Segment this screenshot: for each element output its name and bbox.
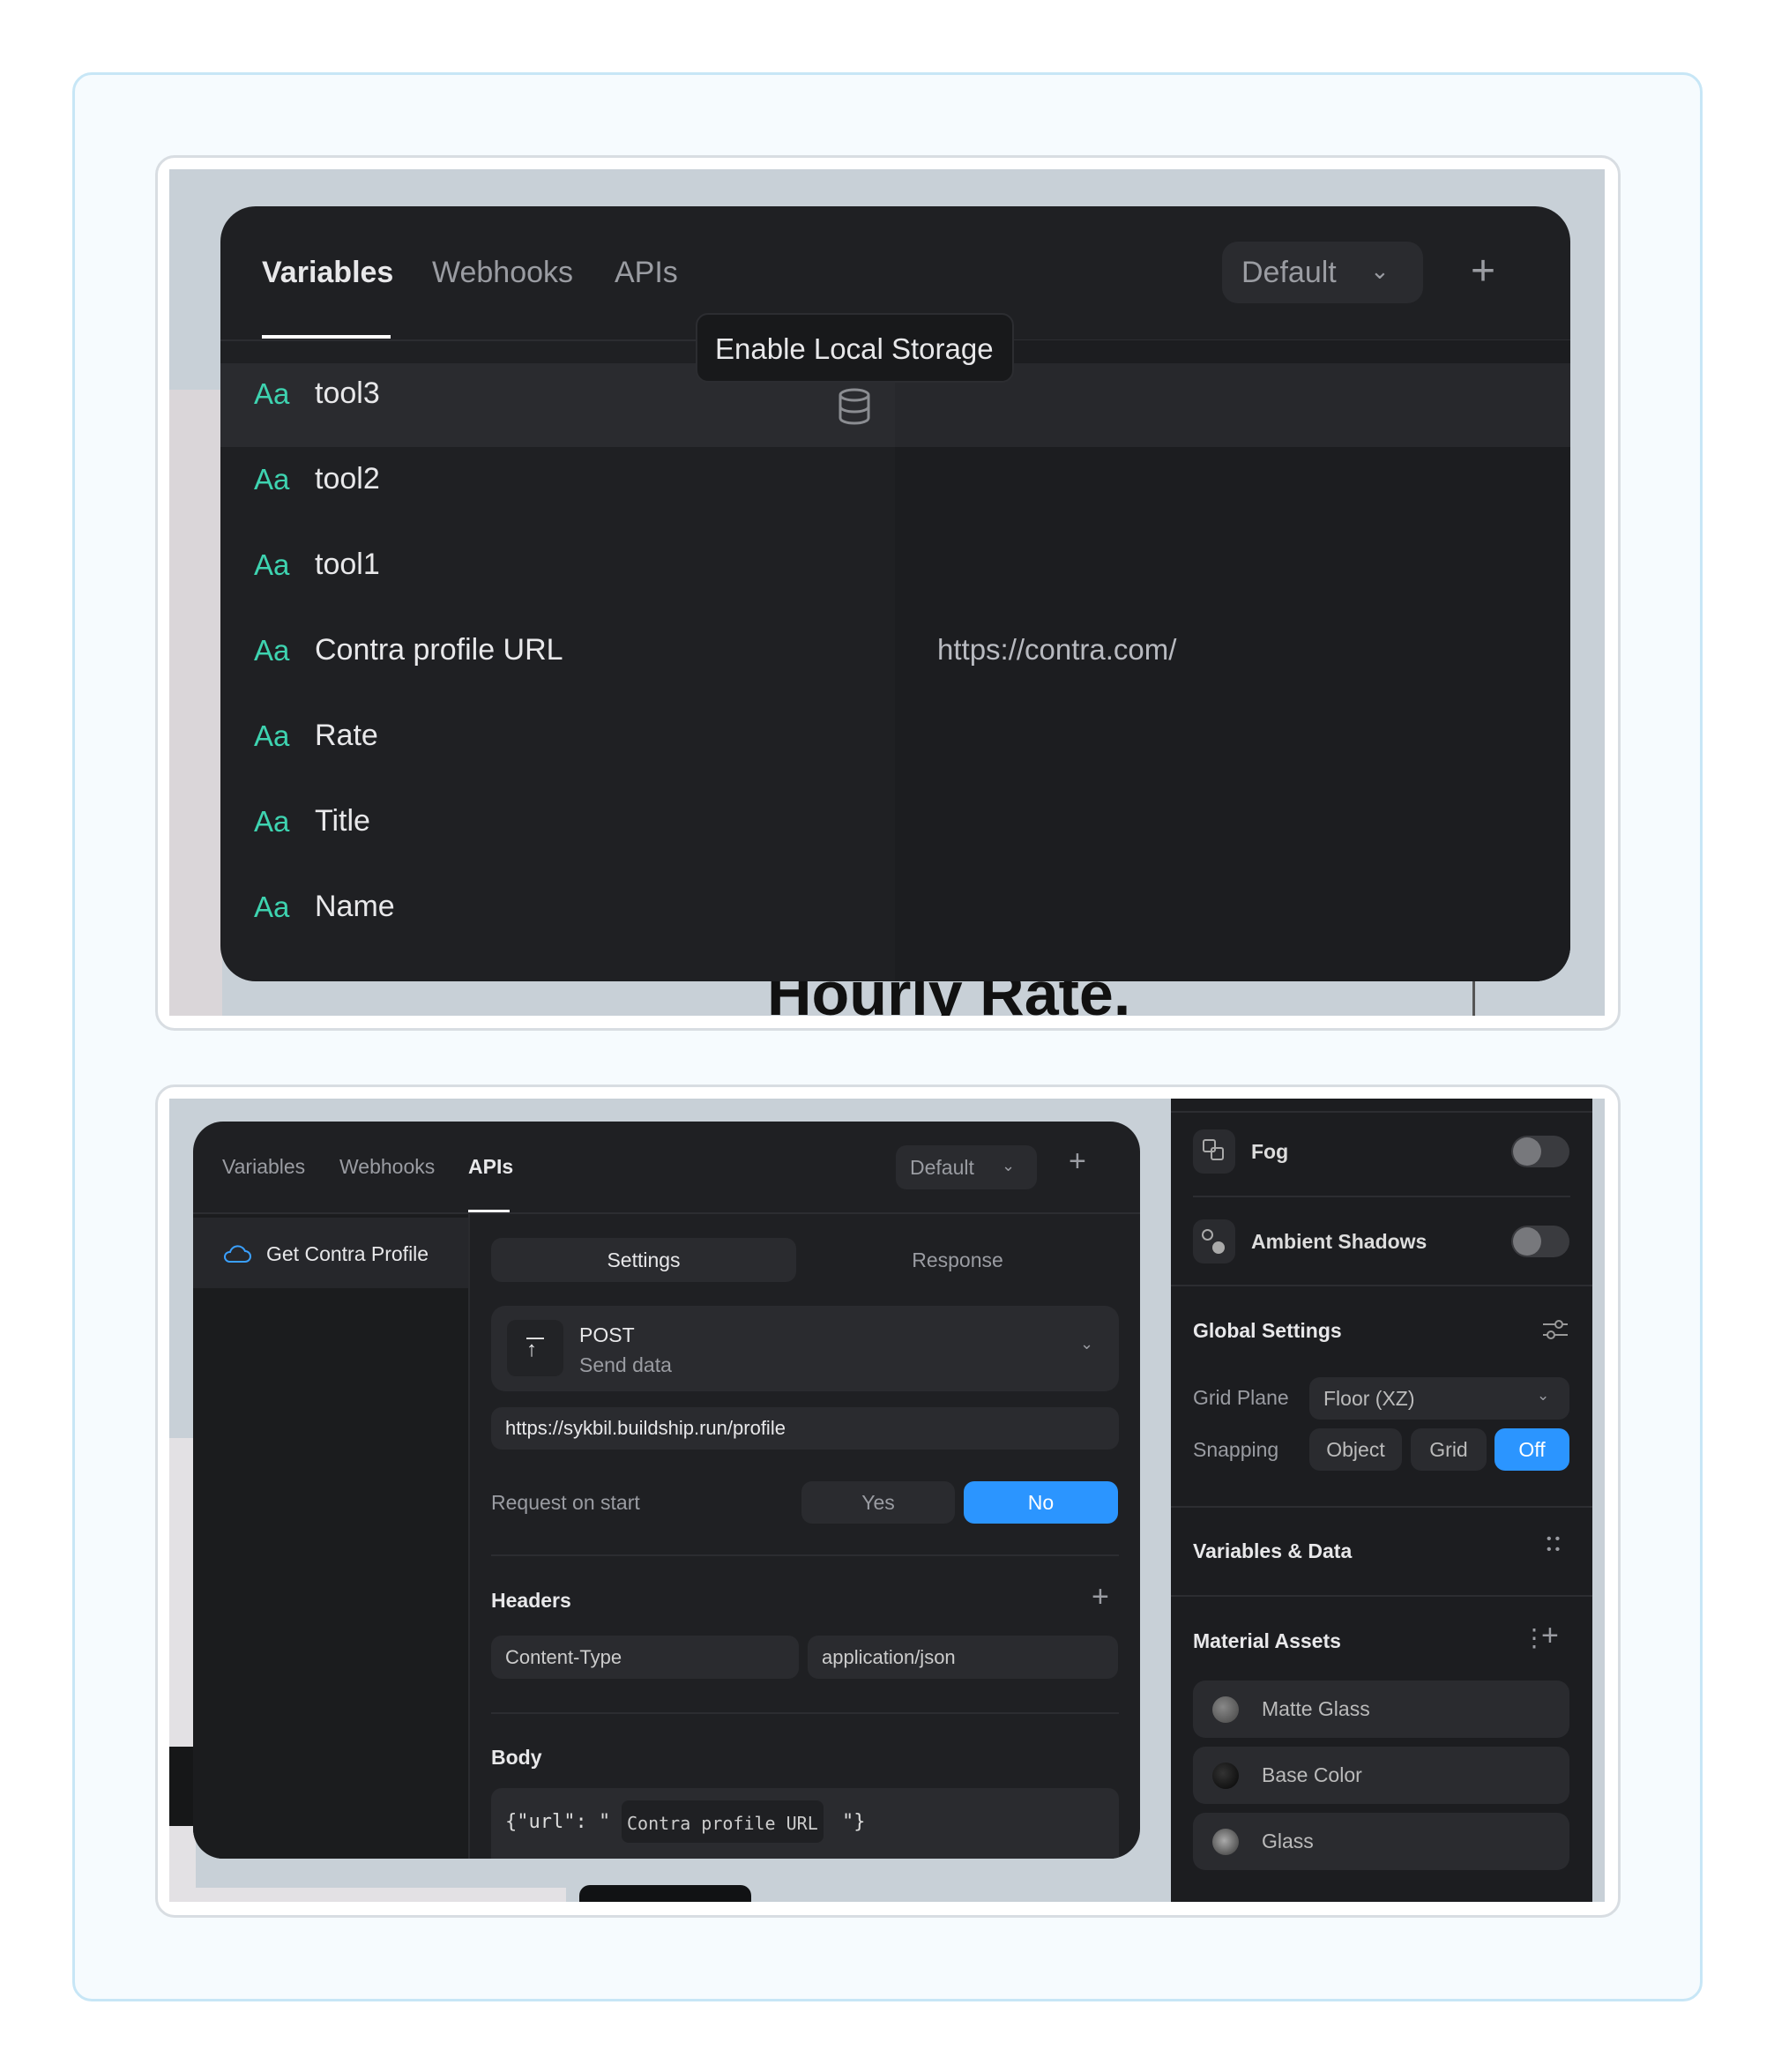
ambient-shadows-label: Ambient Shadows — [1251, 1230, 1427, 1253]
variables-data-title: Variables & Data — [1193, 1539, 1353, 1562]
variable-row[interactable]: Aa tool2 — [220, 447, 1570, 526]
chevron-down-icon: ⌄ — [1370, 257, 1390, 284]
variable-name: Rate — [315, 719, 378, 752]
scene-settings-panel: Fog Ambient Shadows Global Settings Grid… — [1171, 1099, 1592, 1902]
text-type-icon: Aa — [254, 377, 290, 410]
add-material-icon[interactable]: + — [1541, 1621, 1559, 1651]
tab-apis[interactable]: APIs — [468, 1157, 513, 1177]
text-type-icon: Aa — [254, 719, 290, 752]
subtab-settings[interactable]: Settings — [491, 1238, 796, 1282]
ambient-shadows-icon — [1193, 1219, 1235, 1263]
tab-apis[interactable]: APIs — [615, 257, 678, 287]
ambient-shadows-toggle[interactable] — [1511, 1226, 1569, 1257]
upload-icon: ↑ — [507, 1320, 563, 1376]
material-item[interactable]: Base Color — [1193, 1747, 1569, 1804]
variable-chip[interactable]: Contra profile URL — [622, 1800, 824, 1843]
database-icon[interactable] — [838, 388, 871, 425]
snapping-off[interactable]: Off — [1494, 1428, 1569, 1471]
chevron-down-icon: ⌄ — [1080, 1335, 1094, 1353]
variable-name: Contra profile URL — [315, 633, 563, 667]
snapping-grid[interactable]: Grid — [1411, 1428, 1487, 1471]
add-icon[interactable]: + — [1471, 250, 1495, 293]
tab-webhooks[interactable]: Webhooks — [339, 1157, 435, 1177]
text-type-icon: Aa — [254, 634, 290, 667]
request-on-start-label: Request on start — [491, 1491, 640, 1514]
variable-row[interactable]: Aa Name — [220, 875, 1570, 954]
environment-dropdown[interactable]: Default ⌄ — [896, 1145, 1037, 1189]
text-type-icon: Aa — [254, 463, 290, 496]
method-dropdown[interactable]: ↑ POST Send data ⌄ — [491, 1306, 1119, 1391]
global-settings-title: Global Settings — [1193, 1319, 1342, 1342]
variable-value[interactable]: https://contra.com/ — [937, 635, 1176, 664]
material-item[interactable]: Matte Glass — [1193, 1681, 1569, 1738]
cloud-icon — [224, 1245, 251, 1263]
sidebar-item-get-contra-profile[interactable]: Get Contra Profile — [193, 1218, 468, 1288]
variable-name: tool1 — [315, 548, 380, 581]
chevron-down-icon: ⌄ — [1537, 1387, 1550, 1404]
fog-toggle[interactable] — [1511, 1136, 1569, 1167]
tab-webhooks[interactable]: Webhooks — [432, 257, 573, 287]
text-type-icon: Aa — [254, 548, 290, 581]
variable-name: Name — [315, 890, 395, 923]
request-on-start-no[interactable]: No — [964, 1481, 1118, 1524]
sliders-icon[interactable] — [1542, 1317, 1569, 1342]
snapping-object[interactable]: Object — [1309, 1428, 1402, 1471]
tab-variables[interactable]: Variables — [222, 1157, 305, 1177]
material-swatch-icon — [1212, 1696, 1239, 1723]
variable-row[interactable]: Aa Title — [220, 789, 1570, 868]
body-title: Body — [491, 1746, 542, 1769]
apis-panel: Variables Webhooks APIs Default ⌄ + Get … — [193, 1122, 1140, 1859]
chevron-down-icon: ⌄ — [1002, 1157, 1016, 1174]
subtab-response[interactable]: Response — [796, 1250, 1119, 1271]
variable-name: tool2 — [315, 462, 380, 496]
snapping-label: Snapping — [1193, 1438, 1279, 1461]
variable-row[interactable]: Aa tool1 — [220, 533, 1570, 612]
text-type-icon: Aa — [254, 891, 290, 923]
material-swatch-icon — [1212, 1829, 1239, 1855]
tooltip: Enable Local Storage — [696, 313, 1014, 383]
active-tab-underline — [262, 335, 391, 339]
variables-panel: Variables Webhooks APIs Default ⌄ + Aa t… — [220, 206, 1570, 981]
header-value-input[interactable]: application/json — [808, 1636, 1118, 1679]
grid-dots-icon[interactable]: •• •• — [1547, 1532, 1563, 1557]
environment-dropdown[interactable]: Default ⌄ — [1222, 242, 1423, 303]
tab-variables[interactable]: Variables — [262, 257, 393, 287]
variable-row[interactable]: Aa Contra profile URL https://contra.com… — [220, 618, 1570, 697]
variable-name: tool3 — [315, 376, 380, 410]
header-key-input[interactable]: Content-Type — [491, 1636, 799, 1679]
grid-plane-label: Grid Plane — [1193, 1386, 1289, 1409]
url-input[interactable]: https://sykbil.buildship.run/profile — [491, 1407, 1119, 1450]
headers-title: Headers — [491, 1589, 571, 1612]
fog-label: Fog — [1251, 1140, 1289, 1163]
material-swatch-icon — [1212, 1763, 1239, 1789]
material-item[interactable]: Glass — [1193, 1813, 1569, 1870]
fog-icon — [1193, 1129, 1235, 1174]
request-on-start-yes[interactable]: Yes — [801, 1481, 955, 1524]
body-editor[interactable]: {"url": " Contra profile URL "} — [491, 1788, 1119, 1859]
material-assets-title: Material Assets — [1193, 1629, 1341, 1652]
add-header-icon[interactable]: + — [1092, 1582, 1109, 1612]
grid-plane-dropdown[interactable]: Floor (XZ) ⌄ — [1309, 1377, 1569, 1420]
variable-name: Title — [315, 804, 370, 838]
add-icon[interactable]: + — [1069, 1146, 1086, 1176]
text-type-icon: Aa — [254, 805, 290, 838]
variable-row[interactable]: Aa Rate — [220, 704, 1570, 783]
